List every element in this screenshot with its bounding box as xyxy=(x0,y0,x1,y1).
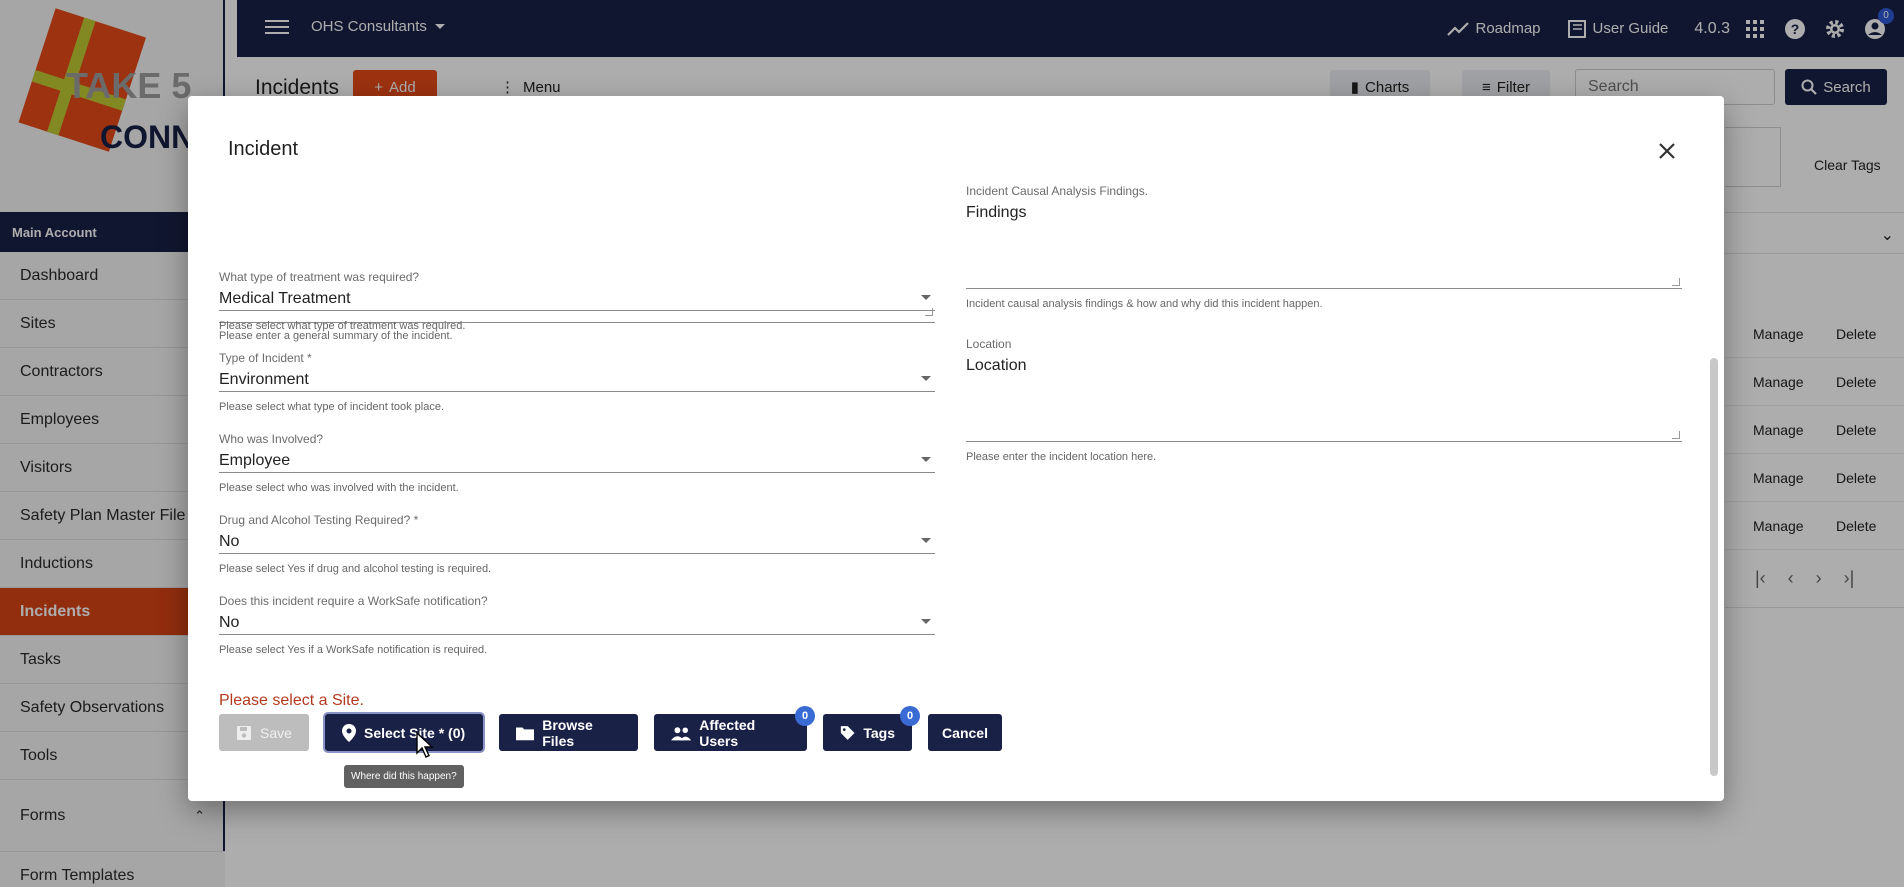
involved-value: Employee xyxy=(219,452,291,469)
dropdown-arrow-icon xyxy=(921,457,931,462)
save-label: Save xyxy=(260,724,292,741)
incident-type-label: Type of Incident * xyxy=(219,351,312,365)
dropdown-arrow-icon xyxy=(921,376,931,381)
treatment-select[interactable]: What type of treatment was required? Med… xyxy=(219,270,935,332)
affected-users-button[interactable]: Affected Users 0 xyxy=(654,706,815,751)
incident-dialog: Incident Please enter a general summary … xyxy=(188,96,1724,801)
select-site-label: Select Site * (0) xyxy=(364,724,466,741)
location-label: Location xyxy=(966,337,1012,351)
drug-testing-hint: Please select Yes if drug and alcohol te… xyxy=(219,563,492,575)
location-textarea[interactable]: Location Location Please enter the incid… xyxy=(966,337,1682,477)
mouse-cursor-icon xyxy=(416,732,434,758)
summary-field[interactable]: Please enter a general summary of the in… xyxy=(219,186,935,342)
dialog-scrollbar[interactable] xyxy=(1710,358,1718,776)
incident-type-value: Environment xyxy=(219,371,309,388)
dropdown-arrow-icon xyxy=(921,619,931,624)
findings-value: Findings xyxy=(966,204,1027,221)
findings-label: Incident Causal Analysis Findings. xyxy=(966,184,1149,198)
cancel-button[interactable]: Cancel xyxy=(928,714,1002,751)
incident-type-select[interactable]: Type of Incident * Environment Please se… xyxy=(219,351,935,413)
browse-files-label: Browse Files xyxy=(542,716,593,749)
drug-testing-label: Drug and Alcohol Testing Required? * xyxy=(219,513,419,527)
tags-label: Tags xyxy=(863,724,895,741)
select-site-button[interactable]: Select Site * (0) xyxy=(325,714,483,751)
dropdown-arrow-icon xyxy=(921,538,931,543)
dialog-actions: Save Select Site * (0) Browse Files Affe… xyxy=(219,706,1002,751)
location-hint: Please enter the incident location here. xyxy=(966,451,1157,463)
treatment-hint: Please select what type of treatment was… xyxy=(219,320,466,332)
location-value: Location xyxy=(966,357,1027,374)
tags-badge: 0 xyxy=(900,706,920,726)
cancel-label: Cancel xyxy=(942,724,988,741)
treatment-label: What type of treatment was required? xyxy=(219,270,420,284)
tag-icon xyxy=(840,725,855,740)
worksafe-label: Does this incident require a WorkSafe no… xyxy=(219,594,488,608)
folder-icon xyxy=(516,727,535,740)
findings-textarea[interactable]: Incident Causal Analysis Findings. Findi… xyxy=(966,184,1682,324)
involved-label: Who was Involved? xyxy=(219,432,324,446)
location-pin-icon xyxy=(342,723,356,742)
worksafe-value: No xyxy=(219,614,240,631)
close-icon[interactable] xyxy=(1658,142,1676,160)
browse-files-button[interactable]: Browse Files xyxy=(499,714,638,751)
save-icon xyxy=(237,725,251,740)
site-error-message: Please select a Site. xyxy=(219,692,364,709)
involved-select[interactable]: Who was Involved? Employee Please select… xyxy=(219,432,935,494)
affected-users-label: Affected Users xyxy=(699,716,756,749)
dropdown-arrow-icon xyxy=(921,295,931,300)
findings-hint: Incident causal analysis findings & how … xyxy=(966,298,1323,310)
drug-testing-select[interactable]: Drug and Alcohol Testing Required? * No … xyxy=(219,513,935,575)
involved-hint: Please select who was involved with the … xyxy=(219,482,459,494)
incident-type-hint: Please select what type of incident took… xyxy=(219,401,445,413)
worksafe-hint: Please select Yes if a WorkSafe notifica… xyxy=(219,644,488,656)
tags-button[interactable]: Tags 0 xyxy=(823,706,920,751)
drug-testing-value: No xyxy=(219,533,240,550)
affected-users-badge: 0 xyxy=(795,706,815,726)
select-site-tooltip: Where did this happen? xyxy=(344,765,464,788)
treatment-value: Medical Treatment xyxy=(219,290,351,307)
worksafe-select[interactable]: Does this incident require a WorkSafe no… xyxy=(219,594,935,656)
dialog-title: Incident xyxy=(228,138,299,160)
save-button[interactable]: Save xyxy=(219,714,309,751)
people-icon xyxy=(671,726,692,740)
